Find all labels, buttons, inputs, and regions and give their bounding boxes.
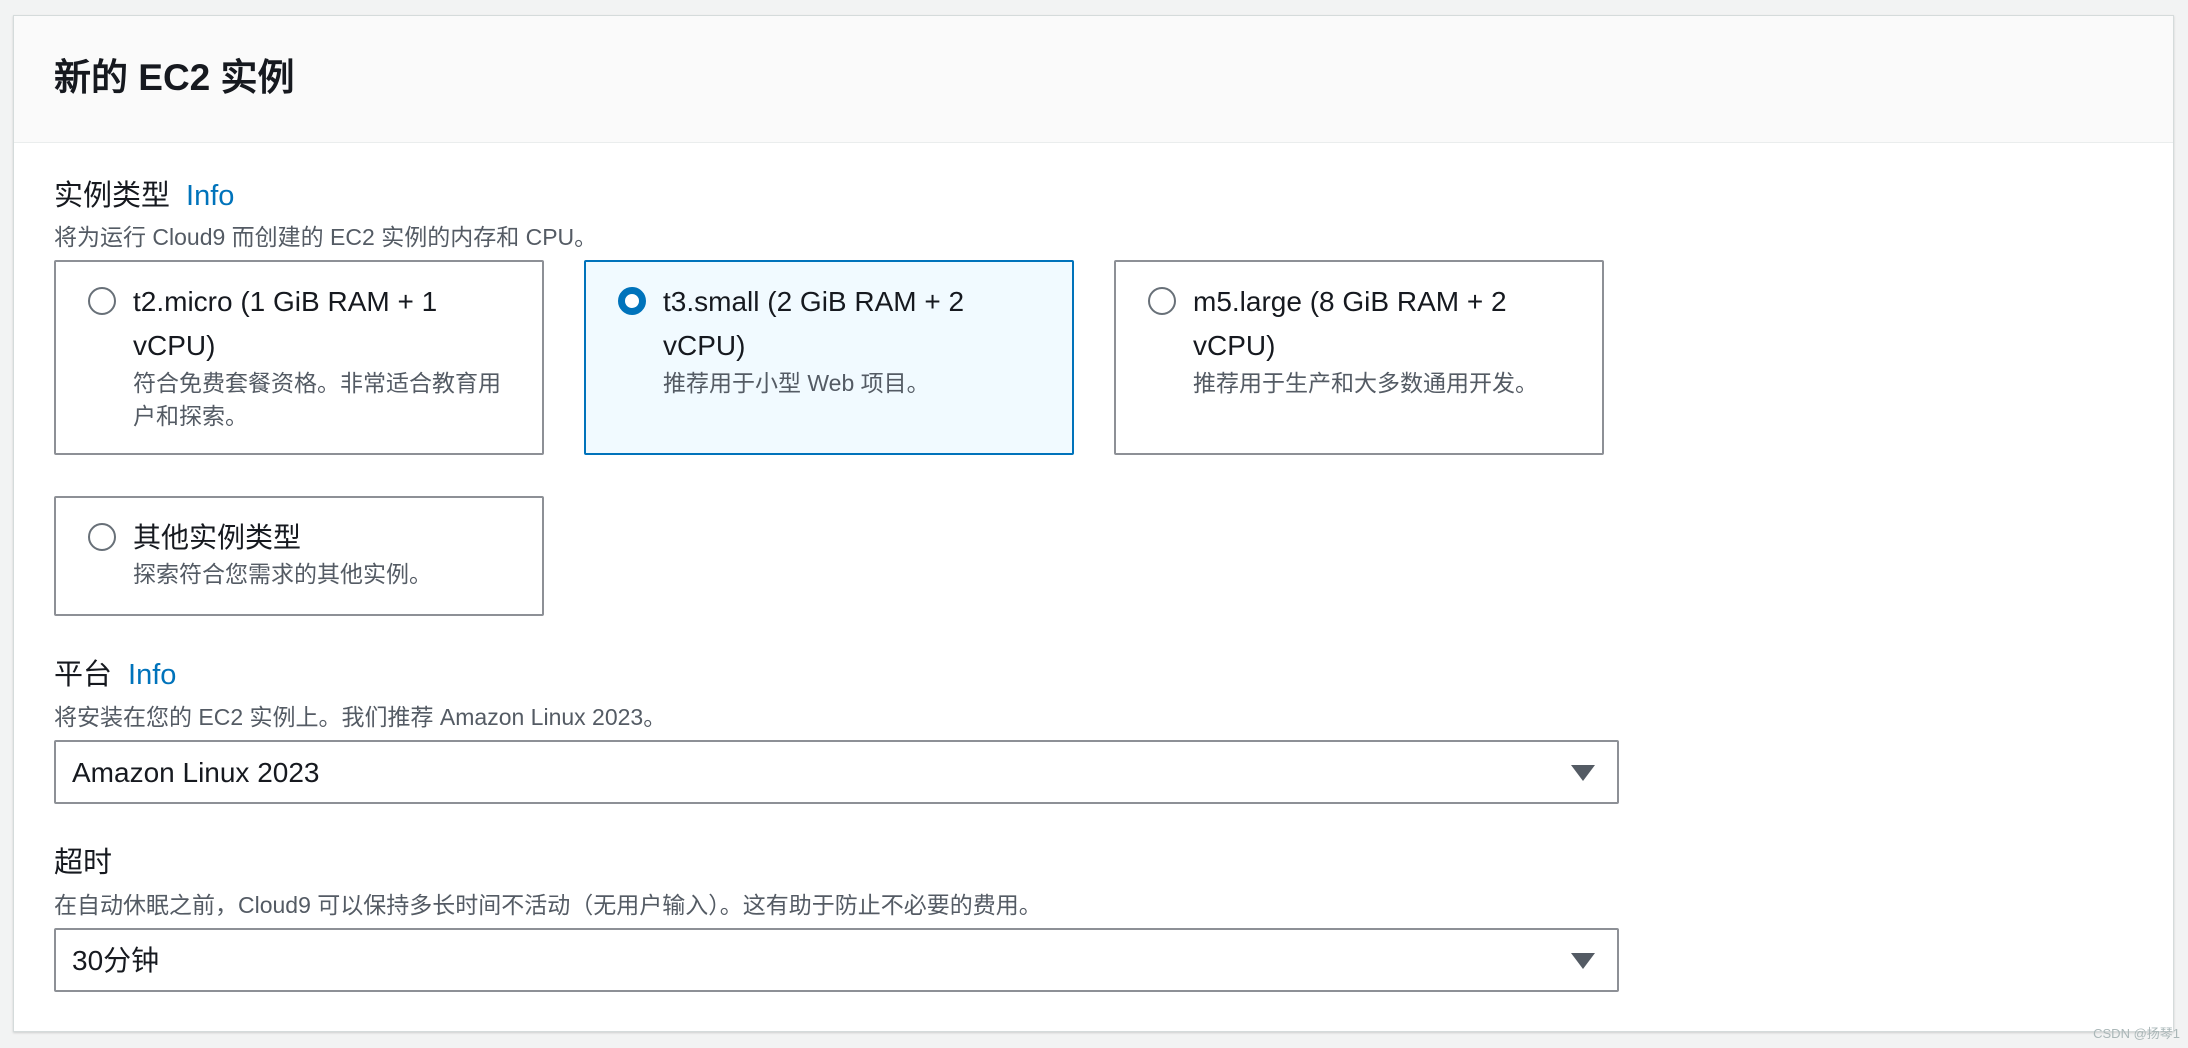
timeout-select[interactable]: 30分钟 xyxy=(54,928,1619,992)
instance-option-t3-small[interactable]: t3.small (2 GiB RAM + 2 vCPU) 推荐用于小型 Web… xyxy=(584,260,1074,455)
platform-info-link[interactable]: Info xyxy=(128,659,176,691)
instance-option-description: 探索符合您需求的其他实例。 xyxy=(133,561,432,587)
instance-type-info-link[interactable]: Info xyxy=(186,180,234,212)
platform-label: 平台 Info xyxy=(54,658,176,693)
instance-type-label: 实例类型 Info xyxy=(54,179,234,214)
timeout-label: 超时 xyxy=(54,847,113,879)
instance-option-title: t2.micro (1 GiB RAM + 1 vCPU) xyxy=(133,286,438,361)
platform-select-value: Amazon Linux 2023 xyxy=(72,757,320,788)
radio-button-selected[interactable] xyxy=(618,287,646,315)
timeout-select-value: 30分钟 xyxy=(72,945,160,976)
caret-down-icon xyxy=(1571,765,1595,781)
instance-option-title: t3.small (2 GiB RAM + 2 vCPU) xyxy=(663,286,965,361)
platform-label-text: 平台 xyxy=(54,659,113,691)
instance-option-other[interactable]: 其他实例类型 探索符合您需求的其他实例。 xyxy=(54,496,544,616)
panel-header: 新的 EC2 实例 xyxy=(14,16,2173,143)
watermark: CSDN @扬琴1 xyxy=(2093,1026,2180,1041)
instance-option-description: 推荐用于生产和大多数通用开发。 xyxy=(1193,370,1538,396)
caret-down-icon xyxy=(1571,953,1595,969)
radio-button[interactable] xyxy=(1148,287,1176,315)
new-ec2-instance-panel: 新的 EC2 实例 实例类型 Info 将为运行 Cloud9 而创建的 EC2 … xyxy=(13,15,2174,1032)
platform-select[interactable]: Amazon Linux 2023 xyxy=(54,740,1619,804)
platform-description: 将安装在您的 EC2 实例上。我们推荐 Amazon Linux 2023。 xyxy=(54,704,667,730)
instance-option-title: m5.large (8 GiB RAM + 2 vCPU) xyxy=(1193,286,1507,361)
radio-button[interactable] xyxy=(88,523,116,551)
panel-title: 新的 EC2 实例 xyxy=(54,57,295,98)
instance-option-t2-micro[interactable]: t2.micro (1 GiB RAM + 1 vCPU) 符合免费套餐资格。非… xyxy=(54,260,544,455)
radio-button[interactable] xyxy=(88,287,116,315)
timeout-description: 在自动休眠之前，Cloud9 可以保持多长时间不活动（无用户输入）。这有助于防止… xyxy=(54,892,1042,918)
instance-option-title: 其他实例类型 xyxy=(133,522,302,553)
instance-option-description: 符合免费套餐资格。非常适合教育用户和探索。 xyxy=(133,370,501,429)
instance-option-description: 推荐用于小型 Web 项目。 xyxy=(663,370,930,396)
instance-option-m5-large[interactable]: m5.large (8 GiB RAM + 2 vCPU) 推荐用于生产和大多数… xyxy=(1114,260,1604,455)
instance-type-label-text: 实例类型 xyxy=(54,180,171,212)
instance-type-description: 将为运行 Cloud9 而创建的 EC2 实例的内存和 CPU。 xyxy=(54,224,598,250)
